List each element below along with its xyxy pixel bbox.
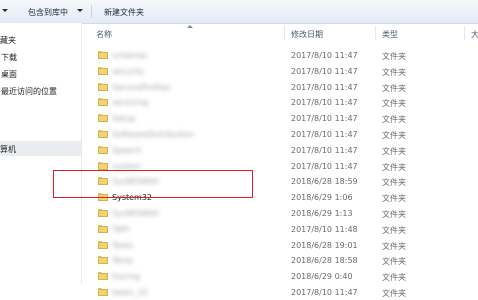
include-in-library-button[interactable]: 包含到库中 bbox=[28, 7, 68, 18]
folder-icon bbox=[98, 288, 108, 296]
file-type: 文件夹 bbox=[382, 131, 406, 140]
file-row[interactable]: servicing 2017/8/10 11:47 文件夹 bbox=[82, 95, 478, 110]
file-date-modified: 2017/8/10 11:47 bbox=[291, 98, 358, 108]
folder-icon bbox=[98, 98, 108, 107]
column-header-type[interactable]: 类型 bbox=[382, 29, 398, 40]
file-type: 文件夹 bbox=[382, 52, 406, 61]
file-type: 文件夹 bbox=[382, 67, 406, 77]
file-type: 文件夹 bbox=[382, 83, 406, 93]
highlight-box bbox=[53, 170, 253, 198]
file-date-modified: 2017/8/10 11:47 bbox=[291, 82, 358, 92]
file-row[interactable]: ServiceProfiles 2017/8/10 11:47 文件夹 bbox=[82, 80, 478, 95]
file-date-modified: 2018/6/29 1:06 bbox=[291, 193, 353, 203]
include-in-library-dropdown-icon[interactable] bbox=[77, 9, 83, 12]
file-type: 文件夹 bbox=[382, 178, 406, 188]
file-type: 文件夹 bbox=[382, 162, 406, 172]
folder-icon bbox=[98, 256, 108, 265]
file-row[interactable]: security 2017/8/10 11:47 文件夹 bbox=[82, 64, 478, 79]
column-divider[interactable] bbox=[464, 26, 465, 40]
file-name: ServiceProfiles bbox=[112, 82, 171, 92]
toolbar-divider bbox=[91, 5, 92, 18]
file-row[interactable]: schemas 2017/8/10 11:47 文件夹 bbox=[82, 48, 478, 63]
column-header-name[interactable]: 名称 bbox=[96, 29, 112, 40]
file-row[interactable]: tracing 2018/6/29 0:40 文件夹 bbox=[82, 269, 478, 284]
navigation-pane: 收藏夹 下载 桌面 最近访问的位置 计算机 bbox=[0, 23, 82, 284]
column-divider[interactable] bbox=[284, 26, 285, 40]
file-row[interactable]: TAPI 2017/8/10 11:48 文件夹 bbox=[82, 222, 478, 237]
file-name: servicing bbox=[112, 98, 149, 108]
file-name: Setup bbox=[112, 114, 136, 124]
nav-item-favorites[interactable]: 收藏夹 bbox=[0, 35, 16, 46]
file-list: 名称 修改日期 类型 大 schemas 2017/8/10 11:47 文件夹 se… bbox=[82, 23, 478, 298]
file-type: 文件夹 bbox=[382, 146, 406, 156]
column-header-size[interactable]: 大 bbox=[471, 29, 478, 40]
nav-item-downloads[interactable]: 下载 bbox=[1, 52, 17, 63]
folder-icon bbox=[98, 272, 108, 281]
file-name: TAPI bbox=[112, 224, 129, 234]
file-date-modified: 2017/8/10 11:47 bbox=[291, 66, 358, 76]
folder-icon bbox=[98, 114, 108, 123]
file-row[interactable]: Tasks 2018/6/28 19:01 文件夹 bbox=[82, 238, 478, 253]
file-date-modified: 2018/6/28 19:01 bbox=[291, 240, 358, 250]
file-name: Temp bbox=[112, 256, 134, 266]
file-row[interactable]: twain_32 2017/8/10 11:47 文件夹 bbox=[82, 285, 478, 300]
file-date-modified: 2018/6/29 1:13 bbox=[291, 209, 353, 218]
nav-item-computer[interactable]: 计算机 bbox=[0, 144, 16, 155]
folder-icon bbox=[98, 224, 108, 233]
command-bar: 包含到库中 新建文件夹 bbox=[0, 0, 478, 24]
file-type: 文件夹 bbox=[382, 289, 406, 298]
column-header-date-modified[interactable]: 修改日期 bbox=[291, 29, 323, 40]
file-type: 文件夹 bbox=[382, 210, 406, 219]
file-date-modified: 2017/8/10 11:48 bbox=[291, 224, 358, 234]
folder-icon bbox=[98, 66, 108, 75]
folder-icon bbox=[98, 209, 108, 217]
file-date-modified: 2017/8/10 11:47 bbox=[291, 51, 358, 60]
file-name: tracing bbox=[112, 272, 141, 282]
folder-icon bbox=[98, 161, 108, 170]
file-name: twain_32 bbox=[112, 288, 149, 297]
organize-dropdown-arrow-icon[interactable] bbox=[2, 9, 8, 12]
file-date-modified: 2018/6/28 18:58 bbox=[291, 256, 358, 266]
folder-icon bbox=[98, 240, 108, 249]
file-row[interactable]: Speech 2017/8/10 11:47 文件夹 bbox=[82, 143, 478, 158]
column-divider[interactable] bbox=[375, 26, 376, 40]
file-row[interactable]: Temp 2018/6/28 18:58 文件夹 bbox=[82, 253, 478, 268]
file-date-modified: 2017/8/10 11:47 bbox=[291, 130, 358, 139]
file-row[interactable]: SysWOW64 2018/6/29 1:13 文件夹 bbox=[82, 206, 478, 221]
file-type: 文件夹 bbox=[382, 273, 406, 283]
file-row[interactable]: SoftwareDistribution 2017/8/10 11:47 文件夹 bbox=[82, 127, 478, 142]
folder-icon bbox=[98, 51, 108, 59]
file-type: 文件夹 bbox=[382, 194, 406, 204]
file-date-modified: 2017/8/10 11:47 bbox=[291, 145, 358, 155]
file-type: 文件夹 bbox=[382, 99, 406, 109]
file-name: security bbox=[112, 66, 144, 76]
file-type: 文件夹 bbox=[382, 257, 406, 267]
file-row[interactable]: Setup 2017/8/10 11:47 文件夹 bbox=[82, 111, 478, 126]
file-name: SysWOW64 bbox=[112, 209, 159, 218]
folder-icon bbox=[98, 130, 108, 138]
file-date-modified: 2018/6/29 0:40 bbox=[291, 272, 353, 282]
new-folder-button[interactable]: 新建文件夹 bbox=[104, 7, 144, 18]
file-type: 文件夹 bbox=[382, 241, 406, 251]
file-type: 文件夹 bbox=[382, 115, 406, 125]
file-type: 文件夹 bbox=[382, 225, 406, 235]
file-name: SoftwareDistribution bbox=[112, 130, 194, 139]
file-date-modified: 2017/8/10 11:47 bbox=[291, 288, 358, 297]
file-date-modified: 2017/8/10 11:47 bbox=[291, 114, 358, 124]
folder-icon bbox=[98, 82, 108, 91]
file-name: Tasks bbox=[112, 240, 134, 250]
file-date-modified: 2017/8/10 11:47 bbox=[291, 161, 358, 171]
folder-icon bbox=[98, 145, 108, 154]
nav-item-desktop[interactable]: 桌面 bbox=[1, 69, 17, 80]
sort-ascending-icon bbox=[187, 25, 193, 28]
nav-item-recent-places[interactable]: 最近访问的位置 bbox=[1, 86, 57, 97]
file-name: Speech bbox=[112, 145, 142, 155]
file-name: schemas bbox=[112, 51, 148, 60]
file-date-modified: 2018/6/28 18:59 bbox=[291, 177, 358, 187]
